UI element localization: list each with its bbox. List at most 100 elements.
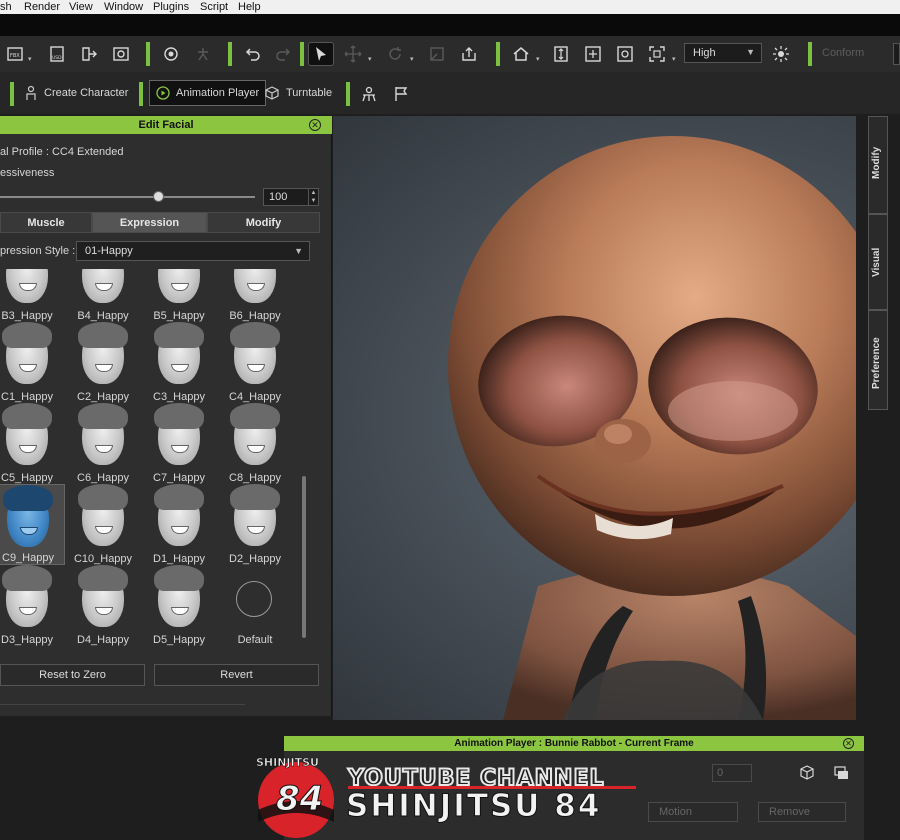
expression-thumb[interactable]: C6_Happy: [65, 403, 141, 484]
export-usd-icon[interactable]: USD: [46, 43, 68, 65]
expression-thumb[interactable]: C8_Happy: [217, 403, 293, 484]
expressiveness-input[interactable]: 100 ▲ ▼: [263, 188, 319, 206]
fit-selected-icon[interactable]: [614, 43, 636, 65]
cube-icon[interactable]: [796, 762, 818, 784]
menu-render[interactable]: Render: [24, 1, 60, 13]
select-cursor-icon[interactable]: [308, 42, 334, 66]
tab-side-modify[interactable]: Modify: [868, 116, 888, 214]
expression-style-dropdown[interactable]: 01-Happy ▼: [76, 241, 310, 261]
expression-thumb[interactable]: D1_Happy: [141, 484, 217, 565]
expression-thumb[interactable]: D5_Happy: [141, 565, 217, 646]
frame-input[interactable]: 0: [712, 764, 752, 782]
revert-button[interactable]: Revert: [154, 664, 319, 686]
grid-scrollbar[interactable]: [302, 476, 306, 638]
expression-thumb[interactable]: Default: [217, 565, 293, 646]
create-character-button[interactable]: Create Character: [18, 80, 134, 106]
expression-label: C1_Happy: [1, 391, 53, 403]
stage-icon[interactable]: [358, 83, 380, 105]
expression-style-value: 01-Happy: [85, 245, 133, 257]
expression-thumb[interactable]: C3_Happy: [141, 322, 217, 403]
conform-button[interactable]: Conform: [822, 47, 864, 59]
edit-facial-panel: Edit Facial ✕ al Profile : CC4 Extended …: [0, 116, 332, 716]
toolbar-overflow[interactable]: [893, 43, 900, 65]
flag-icon[interactable]: [390, 83, 412, 105]
expression-thumb[interactable]: C9_Happy: [0, 484, 65, 565]
menu-script[interactable]: Script: [200, 1, 228, 13]
expression-thumb[interactable]: C7_Happy: [141, 403, 217, 484]
home-icon[interactable]: [510, 43, 532, 65]
expression-label: C8_Happy: [229, 472, 281, 484]
remove-dropdown[interactable]: Remove: [758, 802, 846, 822]
expressiveness-label: essiveness: [0, 167, 55, 179]
3d-viewport[interactable]: [333, 116, 856, 720]
move-icon[interactable]: [342, 43, 364, 65]
chevron-down-icon: ▼: [746, 47, 755, 57]
chevron-down-icon: ▾: [28, 56, 32, 63]
side-tab-label: Modify: [871, 146, 882, 179]
expression-label: C5_Happy: [1, 472, 53, 484]
expression-thumb[interactable]: D3_Happy: [0, 565, 65, 646]
fit-all-icon[interactable]: [582, 43, 604, 65]
window-icon[interactable]: [830, 762, 852, 784]
drop-to-floor-icon[interactable]: [458, 43, 480, 65]
expression-thumb[interactable]: B6_Happy: [217, 269, 293, 322]
toolbar-separator: [139, 82, 143, 106]
expression-thumb[interactable]: C10_Happy: [65, 484, 141, 565]
menu-window[interactable]: Window: [104, 1, 143, 13]
spinner-icon[interactable]: ▲ ▼: [308, 189, 318, 205]
toolbar-separator: [346, 82, 350, 106]
expressiveness-slider-track[interactable]: [0, 196, 255, 198]
face-thumbnail: [78, 322, 128, 384]
export-icon[interactable]: [78, 43, 100, 65]
animation-player-button[interactable]: Animation Player: [149, 80, 267, 106]
expression-thumb[interactable]: B5_Happy: [141, 269, 217, 322]
menu-help[interactable]: Help: [238, 1, 261, 13]
light-icon[interactable]: [770, 43, 792, 65]
chevron-down-icon: ▼: [294, 246, 303, 256]
expression-style-label: pression Style :: [0, 245, 76, 257]
close-icon[interactable]: ✕: [309, 119, 321, 131]
expression-label: B3_Happy: [1, 310, 53, 322]
expression-thumb[interactable]: D4_Happy: [65, 565, 141, 646]
panel-footer: [0, 704, 245, 716]
tab-expression[interactable]: Expression: [92, 212, 207, 233]
expression-thumb[interactable]: B4_Happy: [65, 269, 141, 322]
render-preview-icon[interactable]: [110, 43, 132, 65]
expression-label: C2_Happy: [77, 391, 129, 403]
export-fbx-icon[interactable]: FBX: [4, 43, 26, 65]
frame-icon[interactable]: [646, 43, 668, 65]
tab-side-preference[interactable]: Preference: [868, 310, 888, 410]
toolbar-separator: [146, 42, 150, 66]
render-quality-dropdown[interactable]: High ▼: [684, 43, 762, 63]
scale-icon[interactable]: [426, 43, 448, 65]
rotate-icon[interactable]: [384, 43, 406, 65]
undo-icon[interactable]: [242, 43, 264, 65]
toolbar-separator: [808, 42, 812, 66]
expression-thumb[interactable]: D2_Happy: [217, 484, 293, 565]
expression-thumb[interactable]: B3_Happy: [0, 269, 65, 322]
camera-icon[interactable]: [160, 43, 182, 65]
reset-to-zero-button[interactable]: Reset to Zero: [0, 664, 145, 686]
fit-height-icon[interactable]: [550, 43, 572, 65]
face-thumbnail: [154, 565, 204, 627]
motion-dropdown[interactable]: Motion: [648, 802, 738, 822]
expression-label: B4_Happy: [77, 310, 129, 322]
pose-icon[interactable]: [192, 43, 214, 65]
expression-thumb[interactable]: C2_Happy: [65, 322, 141, 403]
expression-label: D4_Happy: [77, 634, 129, 646]
motion-label: Motion: [659, 806, 693, 818]
redo-icon[interactable]: [272, 43, 294, 65]
expression-thumb[interactable]: C1_Happy: [0, 322, 65, 403]
expressiveness-slider-handle[interactable]: [153, 191, 164, 202]
menu-mesh[interactable]: sh: [0, 1, 12, 13]
close-icon[interactable]: ✕: [843, 738, 854, 749]
menu-view[interactable]: View: [69, 1, 93, 13]
tab-modify[interactable]: Modify: [207, 212, 320, 233]
turntable-button[interactable]: Turntable: [258, 80, 338, 106]
tab-muscle[interactable]: Muscle: [0, 212, 92, 233]
tab-side-visual[interactable]: Visual: [868, 214, 888, 310]
expression-thumb[interactable]: C5_Happy: [0, 403, 65, 484]
menu-plugins[interactable]: Plugins: [153, 1, 189, 13]
cube-icon: [265, 86, 279, 100]
expression-thumb[interactable]: C4_Happy: [217, 322, 293, 403]
